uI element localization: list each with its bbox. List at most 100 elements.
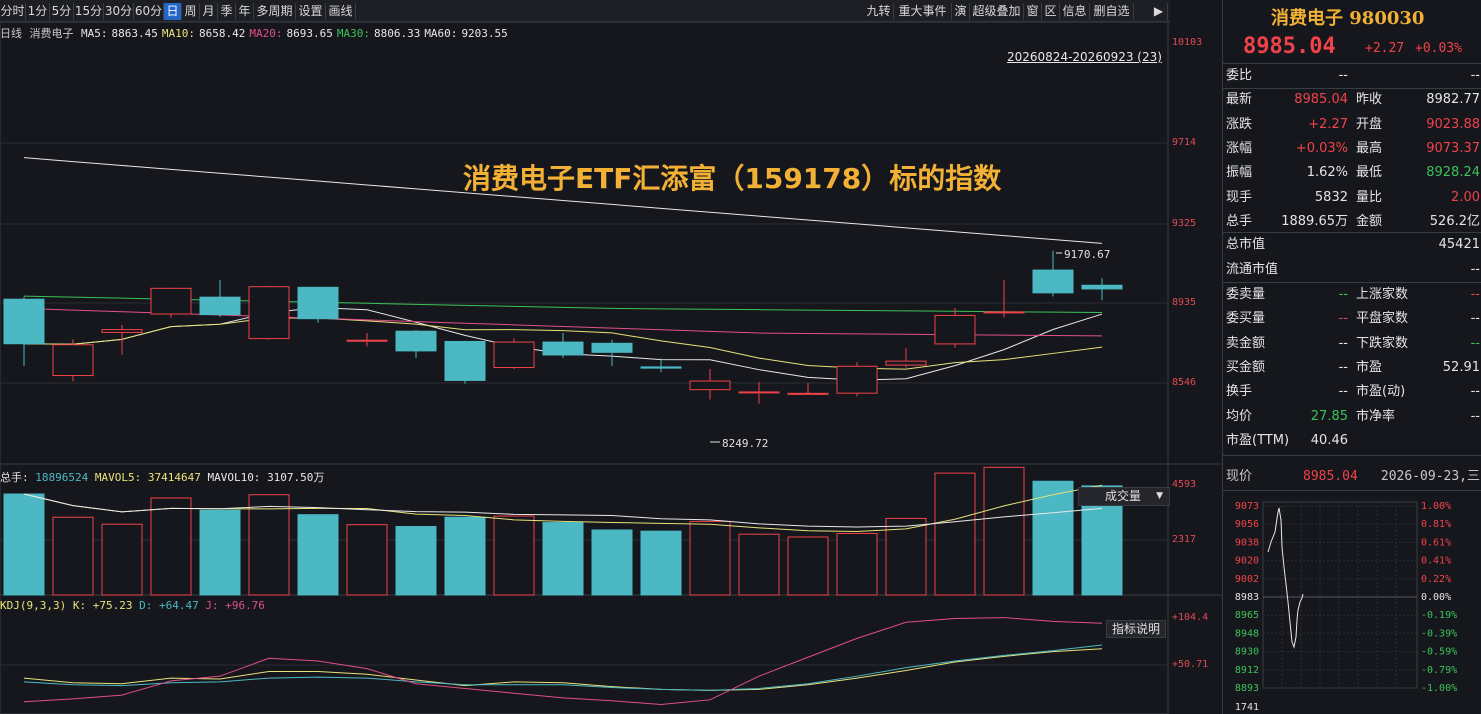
rows1-v1: +0.03% <box>1295 140 1348 156</box>
mini-right-label: -0.19% <box>1421 610 1457 621</box>
candle-body <box>297 286 339 320</box>
rows2-row: 市盈(TTM) 40.46 <box>1223 429 1481 453</box>
rows1-l2: 昨收 <box>1356 92 1383 108</box>
rows2-v2: 52.91 <box>1442 359 1480 375</box>
candle-body <box>101 329 143 333</box>
rows2-l2: 市盈(动) <box>1356 384 1406 400</box>
candle-body <box>1032 269 1074 294</box>
mini-left-label: 9020 <box>1235 556 1259 567</box>
period-tab-0[interactable]: 分时 <box>0 3 26 20</box>
rows2-row: 卖金额 -- 下跌家数 -- <box>1223 332 1481 356</box>
mini-right-label: 0.00% <box>1421 592 1451 603</box>
tool-button-6[interactable]: 信息 <box>1060 3 1090 20</box>
kdj-j-line <box>23 617 1103 706</box>
period-tab-8[interactable]: 月 <box>200 3 218 20</box>
rows2-row: 换手 -- 市盈(动) -- <box>1223 380 1481 404</box>
period-tab-13[interactable]: 画线 <box>326 3 356 20</box>
period-tab-1[interactable]: 1分 <box>26 3 50 20</box>
rows1-v1: 1889.65万 <box>1281 213 1348 229</box>
security-name: 消费电子 980030 <box>1271 8 1425 29</box>
vol-axis-1: 4593 <box>1172 479 1197 490</box>
period-tab-7[interactable]: 周 <box>182 3 200 20</box>
rows2-l1: 换手 <box>1226 384 1253 400</box>
tool-button-3[interactable]: 超级叠加 <box>970 3 1024 20</box>
price-axis-4: 8935 <box>1172 297 1197 308</box>
kdj-d: D: +64.47 <box>139 599 199 612</box>
rows2-row: 均价 27.85 市净率 -- <box>1223 405 1481 429</box>
volume-bar <box>836 532 878 596</box>
tool-button-1[interactable]: 重大事件 <box>894 3 952 20</box>
ma-legend-label-0: MA5: <box>81 27 108 40</box>
tool-button-2[interactable]: 演 <box>952 3 970 20</box>
rows1-row: 振幅 1.62% 最低 8928.24 <box>1223 161 1481 185</box>
period-tab-12[interactable]: 设置 <box>296 3 326 20</box>
period-tab-6[interactable]: 日 <box>164 3 182 20</box>
rows1-l1: 现手 <box>1226 189 1253 205</box>
period-tab-10[interactable]: 年 <box>236 3 254 20</box>
price-axis-2: 9714 <box>1172 137 1197 148</box>
candle-body <box>3 298 45 345</box>
rows1-l2: 最高 <box>1356 140 1383 156</box>
rows2-v1: 40.46 <box>1310 432 1348 448</box>
period-tab-5[interactable]: 60分 <box>134 3 164 20</box>
tool-button-0[interactable]: 九转 <box>864 3 894 20</box>
chart-name: 消费电子 <box>29 27 74 40</box>
ma-legend-value-1: 8658.42 <box>198 27 246 40</box>
rows1-l1: 涨跌 <box>1226 116 1253 132</box>
rows2-v2: -- <box>1470 408 1480 424</box>
candle-body <box>591 342 633 353</box>
mini-right-label: 0.22% <box>1421 574 1451 585</box>
mini-left-label: 8983 <box>1235 592 1259 603</box>
period-tab-3[interactable]: 15分 <box>74 3 104 20</box>
rows1-v2: 526.2亿 <box>1429 213 1480 229</box>
float-mv-value: -- <box>1470 262 1480 277</box>
volume-bar <box>101 523 143 596</box>
price-change: +2.27 <box>1365 41 1405 56</box>
rows2-v1: -- <box>1338 359 1348 375</box>
rows2-l2: 下跌家数 <box>1356 335 1409 351</box>
date-range-label[interactable]: 20260824-20260923 (23) <box>1007 50 1162 64</box>
ma-legend-label-1: MA10: <box>161 27 195 40</box>
mini-left-label: 9038 <box>1235 537 1259 548</box>
rows2-l1: 均价 <box>1226 408 1253 424</box>
period-tab-11[interactable]: 多周期 <box>254 3 296 20</box>
period-tab-4[interactable]: 30分 <box>104 3 134 20</box>
volume-bar <box>738 533 780 596</box>
intraday-mini-chart[interactable]: 9073 1.00% 9056 0.81% 9038 0.61% 9020 0.41% 9002… <box>1223 492 1481 714</box>
rows1-l1: 振幅 <box>1226 165 1253 181</box>
mini-chart-header: 现价 8985.04 2026-09-23,三 <box>1223 466 1481 488</box>
mini-price: 8985.04 <box>1303 469 1358 484</box>
last-price: 8985.04 <box>1243 34 1336 59</box>
collapse-panel-icon[interactable]: ▶ <box>1150 3 1168 20</box>
ma-legend-value-2: 8693.65 <box>286 27 333 40</box>
ma-legend-label-2: MA20: <box>249 27 283 40</box>
volume-bar <box>3 493 45 596</box>
price-axis-5: 8546 <box>1172 377 1197 388</box>
mini-price-label: 现价 <box>1226 469 1253 484</box>
period-tab-9[interactable]: 季 <box>218 3 236 20</box>
rows1-l1: 委比 <box>1226 68 1253 83</box>
total-mv-label: 总市值 <box>1226 237 1266 252</box>
mavol10-label: MAVOL10: <box>207 471 261 484</box>
volume-bar <box>444 516 486 596</box>
indicator-dropdown[interactable]: 成交量 ▼ <box>1078 487 1170 506</box>
kline-chart[interactable]: 日线 消费电子 MA5: 8863.45 MA10: 8658.42 MA20: 8693… <box>0 22 1222 714</box>
candle-body <box>150 287 192 315</box>
panel-divider <box>1223 282 1481 283</box>
volume-bar <box>689 520 731 596</box>
period-tab-2[interactable]: 5分 <box>50 3 74 20</box>
tool-button-5[interactable]: 区 <box>1042 3 1060 20</box>
vol-total: 18896524 <box>35 471 89 484</box>
panel-divider <box>1223 455 1481 456</box>
mini-date: 2026-09-23,三 <box>1380 469 1480 484</box>
kdj-legend: KDJ(9,3,3) K: +75.23 D: +64.47 J: +96.76 <box>0 599 265 612</box>
indicator-help-button[interactable]: 指标说明 <box>1106 620 1166 638</box>
tool-button-4[interactable]: 窗 <box>1024 3 1042 20</box>
volume-bar <box>395 526 437 596</box>
kdj-k-line <box>23 648 1103 691</box>
rows2-l1: 买金额 <box>1226 359 1266 375</box>
tool-button-7[interactable]: 删自选 <box>1090 3 1134 20</box>
rows1-l2: 开盘 <box>1356 116 1383 132</box>
dropdown-label: 成交量 <box>1105 489 1142 503</box>
candle-body <box>640 366 682 369</box>
